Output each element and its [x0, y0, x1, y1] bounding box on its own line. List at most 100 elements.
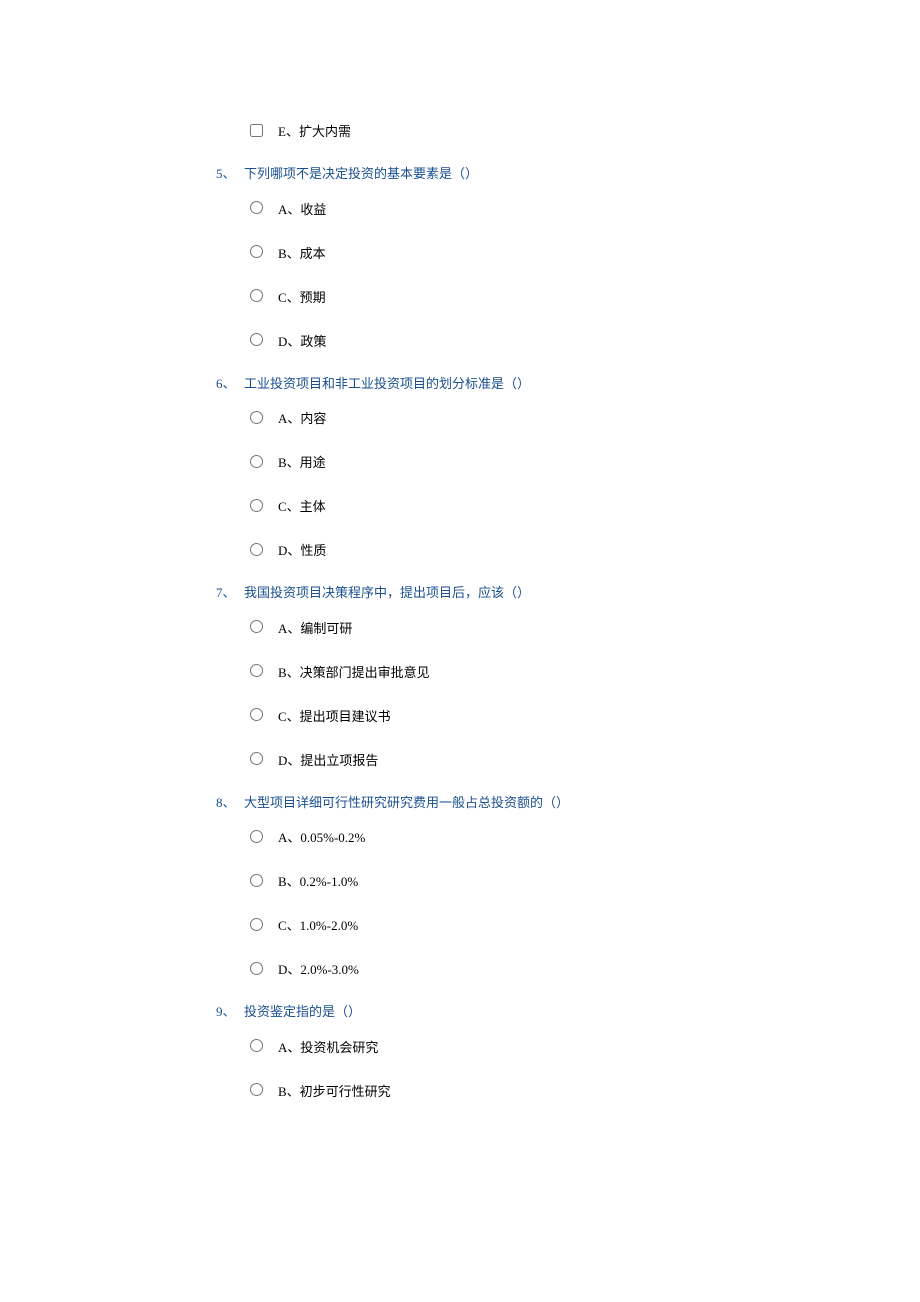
option-radio[interactable] — [250, 1039, 263, 1052]
question-number: 7、 — [216, 583, 244, 603]
question-block: 6、工业投资项目和非工业投资项目的划分标准是（） A、内容 B、用途 C、主体 D、性质 — [216, 374, 920, 562]
option-row: D、提出立项报告 — [250, 749, 920, 771]
option-label: A、收益 — [278, 198, 326, 220]
option-radio[interactable] — [250, 664, 263, 677]
option-label: D、2.0%-3.0% — [278, 958, 359, 980]
option-input-holder — [250, 753, 278, 766]
option-input-holder — [250, 290, 278, 303]
option-row: D、政策 — [250, 330, 920, 352]
option-row: B、初步可行性研究 — [250, 1080, 920, 1102]
question-block: 5、下列哪项不是决定投资的基本要素是（） A、收益 B、成本 C、预期 D、政策 — [216, 164, 920, 352]
option-input-holder — [250, 544, 278, 557]
options-list: A、0.05%-0.2% B、0.2%-1.0% C、1.0%-2.0% D、2.0%… — [216, 826, 920, 980]
options-list: A、编制可研 B、决策部门提出审批意见 C、提出项目建议书 D、提出立项报告 — [216, 617, 920, 771]
option-label: C、提出项目建议书 — [278, 705, 391, 727]
option-row: B、决策部门提出审批意见 — [250, 661, 920, 683]
option-label: C、主体 — [278, 495, 326, 517]
option-input-holder — [250, 456, 278, 469]
option-label: B、决策部门提出审批意见 — [278, 661, 430, 683]
option-label: C、预期 — [278, 286, 326, 308]
question-block: 7、我国投资项目决策程序中，提出项目后，应该（） A、编制可研 B、决策部门提出审批… — [216, 583, 920, 771]
options-list: E、扩大内需 — [216, 120, 920, 142]
option-row: A、投资机会研究 — [250, 1036, 920, 1058]
option-row: C、提出项目建议书 — [250, 705, 920, 727]
option-radio[interactable] — [250, 620, 263, 633]
option-radio[interactable] — [250, 201, 263, 214]
option-label: D、提出立项报告 — [278, 749, 378, 771]
question-header: 5、下列哪项不是决定投资的基本要素是（） — [216, 164, 920, 184]
question-text: 投资鉴定指的是（） — [244, 1002, 361, 1022]
option-label: B、成本 — [278, 242, 326, 264]
question-number: 6、 — [216, 374, 244, 394]
option-radio[interactable] — [250, 874, 263, 887]
question-header: 8、大型项目详细可行性研究研究费用一般占总投资额的（） — [216, 793, 920, 813]
option-row: C、1.0%-2.0% — [250, 914, 920, 936]
option-checkbox[interactable] — [250, 124, 263, 137]
question-text: 下列哪项不是决定投资的基本要素是（） — [244, 164, 478, 184]
option-radio[interactable] — [250, 543, 263, 556]
option-input-holder — [250, 412, 278, 425]
option-label: D、政策 — [278, 330, 326, 352]
option-label: B、0.2%-1.0% — [278, 870, 358, 892]
options-list: A、收益 B、成本 C、预期 D、政策 — [216, 198, 920, 352]
question-block: 9、投资鉴定指的是（） A、投资机会研究 B、初步可行性研究 — [216, 1002, 920, 1102]
option-radio[interactable] — [250, 411, 263, 424]
question-block: E、扩大内需 — [216, 120, 920, 142]
option-input-holder — [250, 875, 278, 888]
option-row: E、扩大内需 — [250, 120, 920, 142]
option-row: D、2.0%-3.0% — [250, 958, 920, 980]
option-row: D、性质 — [250, 539, 920, 561]
option-input-holder — [250, 500, 278, 513]
options-list: A、投资机会研究 B、初步可行性研究 — [216, 1036, 920, 1102]
option-input-holder — [250, 125, 278, 138]
option-label: B、用途 — [278, 451, 326, 473]
option-radio[interactable] — [250, 962, 263, 975]
option-row: A、收益 — [250, 198, 920, 220]
option-input-holder — [250, 621, 278, 634]
option-radio[interactable] — [250, 830, 263, 843]
options-list: A、内容 B、用途 C、主体 D、性质 — [216, 407, 920, 561]
option-radio[interactable] — [250, 752, 263, 765]
option-radio[interactable] — [250, 289, 263, 302]
option-radio[interactable] — [250, 918, 263, 931]
option-label: A、内容 — [278, 407, 326, 429]
option-input-holder — [250, 831, 278, 844]
question-number: 8、 — [216, 793, 244, 813]
option-row: B、0.2%-1.0% — [250, 870, 920, 892]
option-row: B、用途 — [250, 451, 920, 473]
question-header: 9、投资鉴定指的是（） — [216, 1002, 920, 1022]
question-text: 我国投资项目决策程序中，提出项目后，应该（） — [244, 583, 530, 603]
option-input-holder — [250, 202, 278, 215]
option-radio[interactable] — [250, 1083, 263, 1096]
option-input-holder — [250, 919, 278, 932]
option-label: E、扩大内需 — [278, 120, 351, 142]
question-number: 9、 — [216, 1002, 244, 1022]
option-row: A、编制可研 — [250, 617, 920, 639]
option-input-holder — [250, 665, 278, 678]
option-label: D、性质 — [278, 539, 326, 561]
option-radio[interactable] — [250, 455, 263, 468]
question-block: 8、大型项目详细可行性研究研究费用一般占总投资额的（） A、0.05%-0.2% B… — [216, 793, 920, 981]
option-label: A、编制可研 — [278, 617, 352, 639]
question-text: 大型项目详细可行性研究研究费用一般占总投资额的（） — [244, 793, 569, 813]
question-header: 6、工业投资项目和非工业投资项目的划分标准是（） — [216, 374, 920, 394]
option-input-holder — [250, 246, 278, 259]
question-text: 工业投资项目和非工业投资项目的划分标准是（） — [244, 374, 530, 394]
option-label: C、1.0%-2.0% — [278, 914, 358, 936]
option-row: A、0.05%-0.2% — [250, 826, 920, 848]
option-row: B、成本 — [250, 242, 920, 264]
option-input-holder — [250, 963, 278, 976]
option-input-holder — [250, 334, 278, 347]
question-list: E、扩大内需 5、下列哪项不是决定投资的基本要素是（） A、收益 B、成本 C、预期 D、… — [216, 120, 920, 1102]
option-radio[interactable] — [250, 708, 263, 721]
option-input-holder — [250, 1040, 278, 1053]
option-radio[interactable] — [250, 333, 263, 346]
option-radio[interactable] — [250, 245, 263, 258]
option-input-holder — [250, 709, 278, 722]
question-header: 7、我国投资项目决策程序中，提出项目后，应该（） — [216, 583, 920, 603]
option-label: A、投资机会研究 — [278, 1036, 378, 1058]
option-label: B、初步可行性研究 — [278, 1080, 391, 1102]
option-radio[interactable] — [250, 499, 263, 512]
option-row: C、主体 — [250, 495, 920, 517]
question-number: 5、 — [216, 164, 244, 184]
